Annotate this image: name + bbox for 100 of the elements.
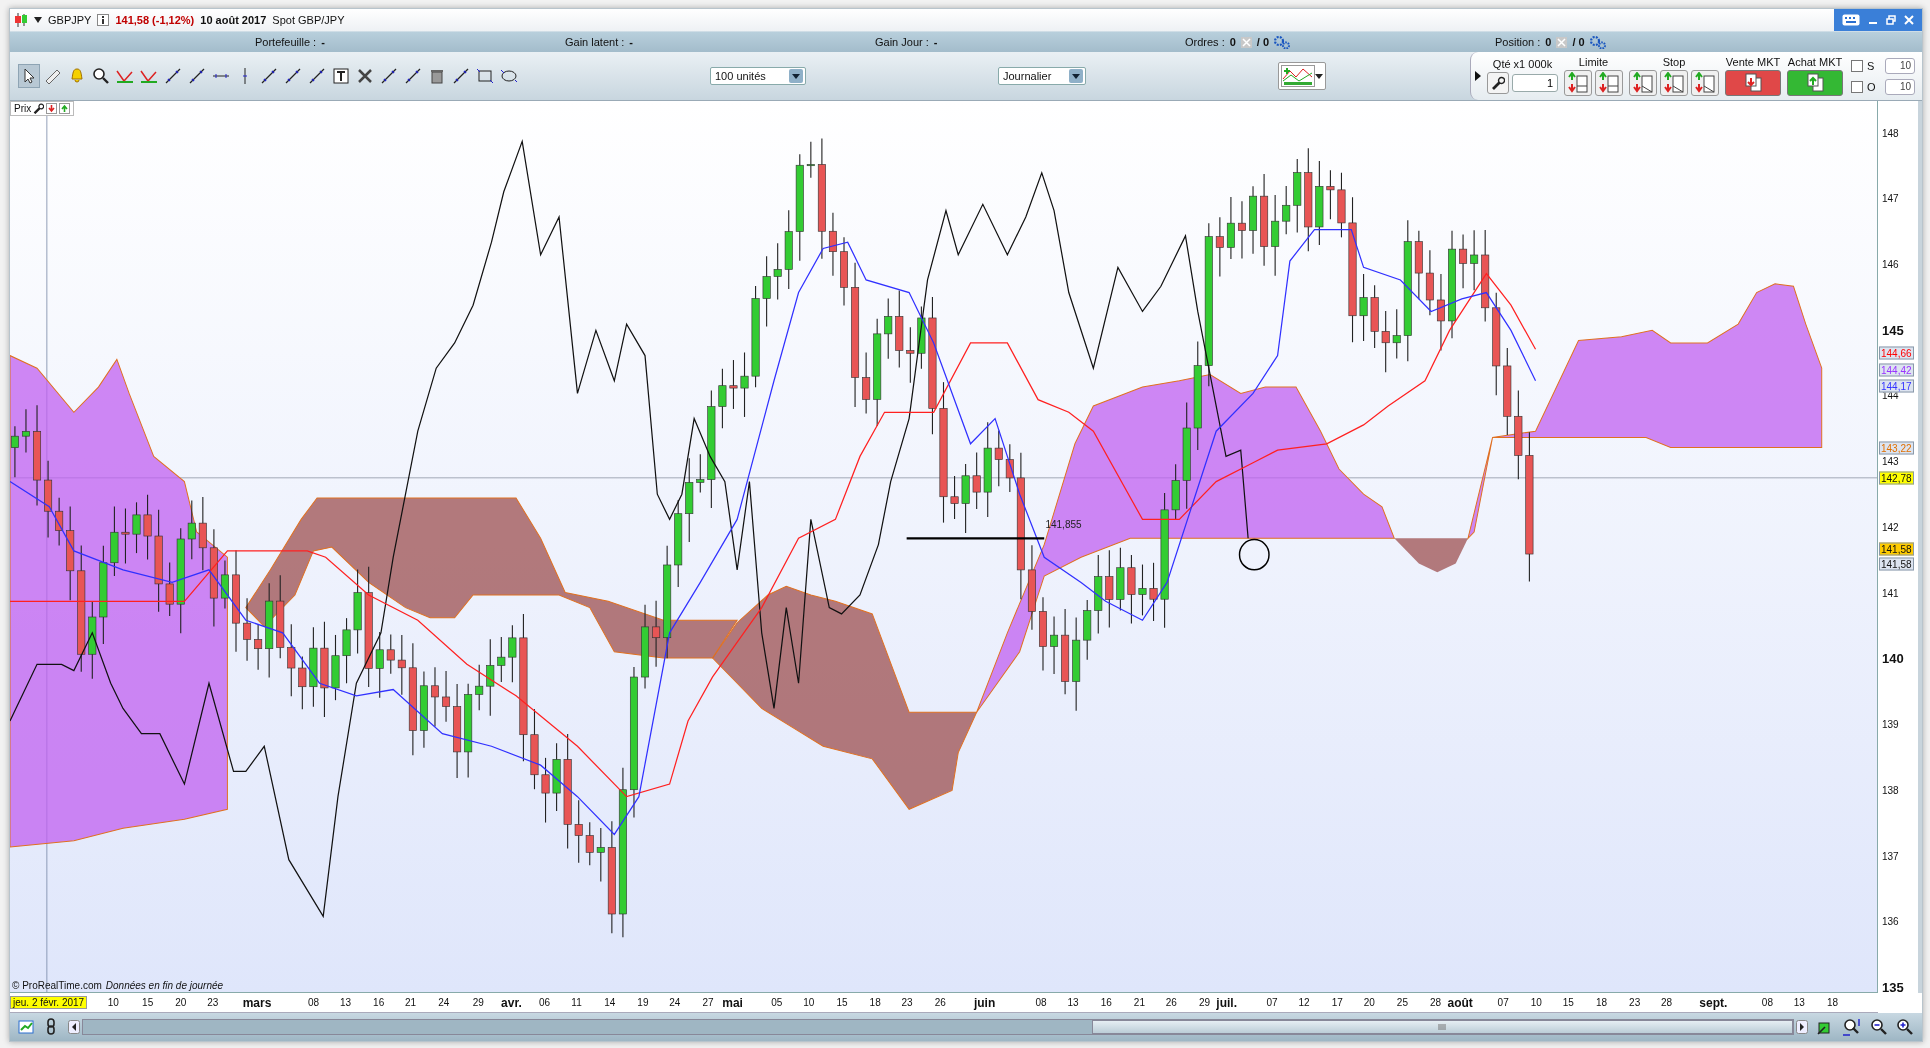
date-tick-label: 24 bbox=[669, 997, 681, 1008]
up-arrow-icon[interactable] bbox=[59, 103, 71, 114]
price-tag: 142,78 bbox=[1879, 471, 1914, 485]
wrench-icon[interactable] bbox=[33, 103, 45, 114]
keyboard-icon[interactable] bbox=[1842, 14, 1860, 26]
info-icon[interactable] bbox=[97, 14, 110, 26]
date-tick-label: 10 bbox=[803, 997, 815, 1008]
date-tick-label: 12 bbox=[1298, 997, 1310, 1008]
info-label: Ordres : bbox=[1185, 36, 1225, 48]
date-tick-label: 28 bbox=[1661, 997, 1673, 1008]
sell-market-button[interactable] bbox=[1725, 70, 1781, 96]
date-tick-label: 19 bbox=[637, 997, 649, 1008]
date-tick-label: 26 bbox=[1165, 997, 1177, 1008]
date-tick-label: 23 bbox=[901, 997, 913, 1008]
info-label: Gain Jour : bbox=[875, 36, 929, 48]
gears-icon[interactable] bbox=[1589, 35, 1606, 49]
collapse-arrow-icon[interactable] bbox=[1475, 71, 1481, 81]
option-checkbox[interactable] bbox=[1851, 59, 1863, 72]
option-checkbox[interactable] bbox=[1851, 80, 1863, 93]
option-label: O bbox=[1867, 80, 1877, 93]
date-tick-label: 15 bbox=[1562, 997, 1574, 1008]
limit-order-button[interactable] bbox=[1595, 70, 1623, 96]
info-value: / 0 bbox=[1572, 36, 1585, 48]
date-tick-label: 20 bbox=[1363, 997, 1375, 1008]
zoom-in-icon[interactable] bbox=[1896, 1018, 1914, 1036]
info-value: 0 bbox=[1545, 36, 1552, 48]
zoom-fit-icon[interactable] bbox=[1842, 1018, 1862, 1036]
sell-label: Vente MKT bbox=[1725, 56, 1781, 68]
caret-icon bbox=[1315, 73, 1323, 79]
panel-title: Prix bbox=[14, 103, 32, 114]
indicator-button[interactable] bbox=[1278, 62, 1326, 90]
option-field[interactable]: 10 bbox=[1885, 78, 1915, 95]
limit-order-button[interactable] bbox=[1564, 70, 1592, 96]
date-tick-label: 18 bbox=[1595, 997, 1608, 1008]
chart-indicator-icon bbox=[1281, 65, 1315, 87]
date-tick-label: 10 bbox=[1530, 997, 1542, 1008]
date-tick-label: 28 bbox=[1430, 997, 1442, 1008]
price-tick-label: 137 bbox=[1882, 850, 1899, 862]
restore-icon[interactable] bbox=[1886, 15, 1896, 25]
wrench-icon[interactable] bbox=[1487, 72, 1509, 94]
stop-order-button[interactable] bbox=[1629, 70, 1657, 96]
horizontal-scrollbar[interactable] bbox=[68, 1019, 1808, 1035]
scroll-right-icon[interactable] bbox=[1796, 1020, 1808, 1034]
close-icon[interactable] bbox=[1904, 15, 1914, 25]
pointer-icon[interactable] bbox=[18, 64, 40, 88]
option-label: S bbox=[1867, 59, 1876, 72]
zoom-out-icon[interactable] bbox=[1870, 1018, 1888, 1036]
gears-icon[interactable] bbox=[1274, 35, 1291, 49]
date-tick-label: 25 bbox=[1396, 997, 1408, 1008]
down-arrow-icon[interactable] bbox=[46, 103, 58, 114]
stop-order-button[interactable] bbox=[1660, 70, 1688, 96]
period-dropdown[interactable]: Journalier bbox=[998, 67, 1086, 85]
option-field[interactable]: 10 bbox=[1885, 57, 1915, 74]
chart-add-icon[interactable] bbox=[18, 1018, 36, 1036]
cursor-date-label: jeu. 2 févr. 2017 bbox=[10, 996, 88, 1009]
price-tick-label: 145 bbox=[1882, 322, 1904, 338]
price-tick-label: 136 bbox=[1882, 915, 1899, 927]
info-value: - bbox=[933, 36, 938, 48]
date-tick-label: 23 bbox=[207, 997, 219, 1008]
price-tag: 143,22 bbox=[1879, 441, 1914, 455]
date-tick-label: 07 bbox=[1497, 997, 1509, 1008]
limit-label: Limite bbox=[1578, 56, 1609, 68]
date-tick-label: 29 bbox=[472, 997, 484, 1008]
quantity-label: Qté x1 000k bbox=[1492, 58, 1553, 70]
price-tick-label: 142 bbox=[1882, 521, 1899, 533]
scroll-left-icon[interactable] bbox=[68, 1020, 80, 1034]
scroll-thumb[interactable] bbox=[1091, 1020, 1793, 1034]
date-tick-label: 15 bbox=[836, 997, 848, 1008]
date-tick-label: 08 bbox=[1035, 997, 1047, 1008]
date-tick-label: 29 bbox=[1198, 997, 1211, 1008]
date-tick-label: 23 bbox=[1629, 997, 1641, 1008]
quantity-dropdown[interactable]: 100 unités bbox=[710, 67, 806, 85]
stop-order-button[interactable] bbox=[1691, 70, 1719, 96]
date-tick-label: 13 bbox=[1067, 997, 1079, 1008]
date-tick-label: 08 bbox=[1761, 997, 1773, 1008]
price-tick-label: 143 bbox=[1882, 455, 1899, 467]
info-value: - bbox=[321, 36, 325, 48]
date-tick-label: 13 bbox=[1793, 997, 1805, 1008]
price-tag: 144,42 bbox=[1879, 363, 1914, 377]
buy-market-button[interactable] bbox=[1787, 70, 1843, 96]
info-value: 0 bbox=[1229, 36, 1236, 48]
price-tick-label: 138 bbox=[1882, 784, 1899, 796]
info-label: Position : bbox=[1495, 36, 1541, 48]
date-tick-label: 08 bbox=[308, 997, 320, 1008]
info-label: Gain latent : bbox=[565, 36, 625, 48]
info-label: Portefeuille : bbox=[255, 36, 317, 48]
candlestick-icon[interactable] bbox=[14, 12, 28, 28]
level-label: 141,855 bbox=[1045, 519, 1082, 531]
date-tick-label: mars bbox=[242, 996, 272, 1010]
date-tick-label: sept. bbox=[1699, 996, 1728, 1010]
caret-icon[interactable] bbox=[34, 17, 42, 23]
price-tag: 144,17 bbox=[1879, 379, 1914, 393]
quantity-field[interactable]: 1 bbox=[1512, 74, 1558, 92]
buy-label: Achat MKT bbox=[1787, 56, 1843, 68]
price-tick-label: 148 bbox=[1882, 127, 1899, 139]
info-value: / 0 bbox=[1256, 36, 1270, 48]
date-tick-label: 15 bbox=[142, 997, 154, 1008]
date-tick-label: avr. bbox=[501, 996, 522, 1010]
stop-label: Stop bbox=[1662, 56, 1686, 68]
price-tick-label: 140 bbox=[1882, 650, 1904, 666]
